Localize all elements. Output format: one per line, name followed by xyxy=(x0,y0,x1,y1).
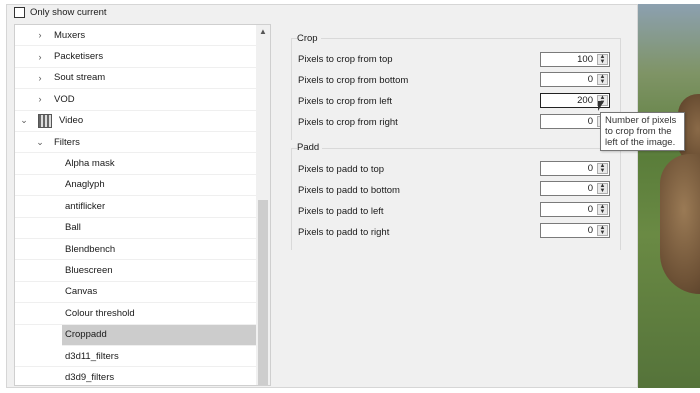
padd-left-label: Pixels to padd to left xyxy=(298,206,384,217)
duck-shape xyxy=(660,154,700,294)
crop-top-label: Pixels to crop from top xyxy=(298,54,393,65)
only-show-current-label: Only show current xyxy=(30,7,107,18)
crop-bottom-spinbox[interactable]: 0 ▲ ▼ xyxy=(540,72,610,87)
only-show-current-checkbox[interactable] xyxy=(14,7,25,18)
video-category-icon xyxy=(38,113,52,128)
tree-item-label: Video xyxy=(59,115,84,127)
tree-item[interactable]: › Packetisers xyxy=(15,46,256,68)
tree-item[interactable]: Canvas xyxy=(15,282,256,304)
tree-item-label: Sout stream xyxy=(54,72,106,84)
chevron-down-icon[interactable]: ⌄ xyxy=(35,137,45,148)
tree-item-label: Alpha mask xyxy=(65,158,115,170)
padd-bottom-value[interactable]: 0 xyxy=(588,183,593,194)
tree-item[interactable]: ⌄ Filters xyxy=(15,132,256,154)
tree-item[interactable]: Bluescreen xyxy=(15,260,256,282)
chevron-right-icon[interactable]: › xyxy=(35,30,45,40)
tree-item[interactable]: d3d9_filters xyxy=(15,367,256,385)
crop-bottom-value[interactable]: 0 xyxy=(588,74,593,85)
tree-item[interactable]: Blendbench xyxy=(15,239,256,261)
padd-bottom-label: Pixels to padd to bottom xyxy=(298,185,400,196)
padd-top-spinbox[interactable]: 0 ▲ ▼ xyxy=(540,161,610,176)
padd-top-label: Pixels to padd to top xyxy=(298,164,385,175)
spin-arrows-icon[interactable]: ▲▼ xyxy=(597,163,608,174)
tree-item[interactable]: Alpha mask xyxy=(15,153,256,175)
crop-right-label: Pixels to crop from right xyxy=(298,117,398,128)
tree-item-label: Canvas xyxy=(65,286,98,298)
tree-item-label: Blendbench xyxy=(65,243,116,255)
padd-bottom-spinbox[interactable]: 0 ▲ ▼ xyxy=(540,181,610,196)
tree-item[interactable]: d3d11_filters xyxy=(15,346,256,368)
tree-item[interactable]: › VOD xyxy=(15,89,256,111)
chevron-right-icon[interactable]: › xyxy=(35,94,45,104)
chevron-right-icon[interactable]: › xyxy=(35,73,45,83)
crop-left-value[interactable]: 200 xyxy=(577,95,593,106)
tree-item[interactable]: antiflicker xyxy=(15,196,256,218)
tree-item-label: antiflicker xyxy=(65,200,106,212)
tree-scrollbar[interactable]: ▲ xyxy=(256,25,270,385)
only-show-current-row[interactable]: Only show current xyxy=(14,7,107,18)
crop-bottom-label: Pixels to crop from bottom xyxy=(298,75,409,86)
tree-item[interactable]: › Sout stream xyxy=(15,68,256,90)
crop-top-spinbox[interactable]: 100 ▲ ▼ xyxy=(540,52,610,67)
chevron-down-icon[interactable]: ⌄ xyxy=(19,115,29,126)
spin-arrows-icon[interactable]: ▲▼ xyxy=(597,74,608,85)
tree-item-label: Ball xyxy=(65,222,81,234)
tree-item-label: Bluescreen xyxy=(65,265,113,277)
tree-item-label: Anaglyph xyxy=(65,179,105,191)
tree-item[interactable]: Ball xyxy=(15,218,256,239)
scroll-thumb[interactable] xyxy=(258,200,268,385)
crop-group-title: Crop xyxy=(297,33,321,44)
tooltip: Number of pixels to crop from the left o… xyxy=(600,112,685,151)
mouse-cursor-icon xyxy=(598,101,604,111)
tree-item[interactable]: ⌄ Video xyxy=(15,111,256,132)
background-photo xyxy=(638,4,700,388)
padd-left-value[interactable]: 0 xyxy=(588,204,593,215)
spin-arrows-icon[interactable]: ▲▼ xyxy=(597,54,608,65)
tree-item-label: Muxers xyxy=(54,29,86,41)
tree-item[interactable]: Anaglyph xyxy=(15,175,256,197)
tree-item-label: Colour threshold xyxy=(65,307,135,319)
tree-item-label: Croppadd xyxy=(65,329,107,341)
spin-arrows-icon[interactable]: ▲▼ xyxy=(597,225,608,236)
tree-item-label: Packetisers xyxy=(54,51,104,63)
tree-item[interactable]: Croppadd xyxy=(62,324,256,346)
spin-arrows-icon[interactable]: ▲▼ xyxy=(597,204,608,215)
preferences-tree[interactable]: › Muxers › Packetisers › Sout stream › VOD ⌄ Vide… xyxy=(14,24,271,386)
padd-left-spinbox[interactable]: 0 ▲ ▼ xyxy=(540,202,610,217)
chevron-right-icon[interactable]: › xyxy=(35,52,45,62)
tree-item-label: d3d11_filters xyxy=(65,350,119,362)
padd-top-value[interactable]: 0 xyxy=(588,163,593,174)
spin-arrows-icon[interactable]: ▲▼ xyxy=(597,183,608,194)
tree-item[interactable]: › Muxers xyxy=(15,25,256,47)
crop-right-value[interactable]: 0 xyxy=(588,116,593,127)
padd-group-title: Padd xyxy=(297,142,323,153)
padd-right-label: Pixels to padd to right xyxy=(298,227,390,238)
scroll-up-icon[interactable]: ▲ xyxy=(256,25,270,39)
tree-item-label: d3d9_filters xyxy=(65,372,115,384)
crop-top-value[interactable]: 100 xyxy=(577,54,593,65)
tree-item-label: VOD xyxy=(54,93,75,105)
tree-item[interactable]: Colour threshold xyxy=(15,303,256,325)
tree-item-label: Filters xyxy=(54,136,80,148)
crop-left-label: Pixels to crop from left xyxy=(298,96,392,107)
padd-right-value[interactable]: 0 xyxy=(588,225,593,236)
padd-right-spinbox[interactable]: 0 ▲ ▼ xyxy=(540,223,610,238)
